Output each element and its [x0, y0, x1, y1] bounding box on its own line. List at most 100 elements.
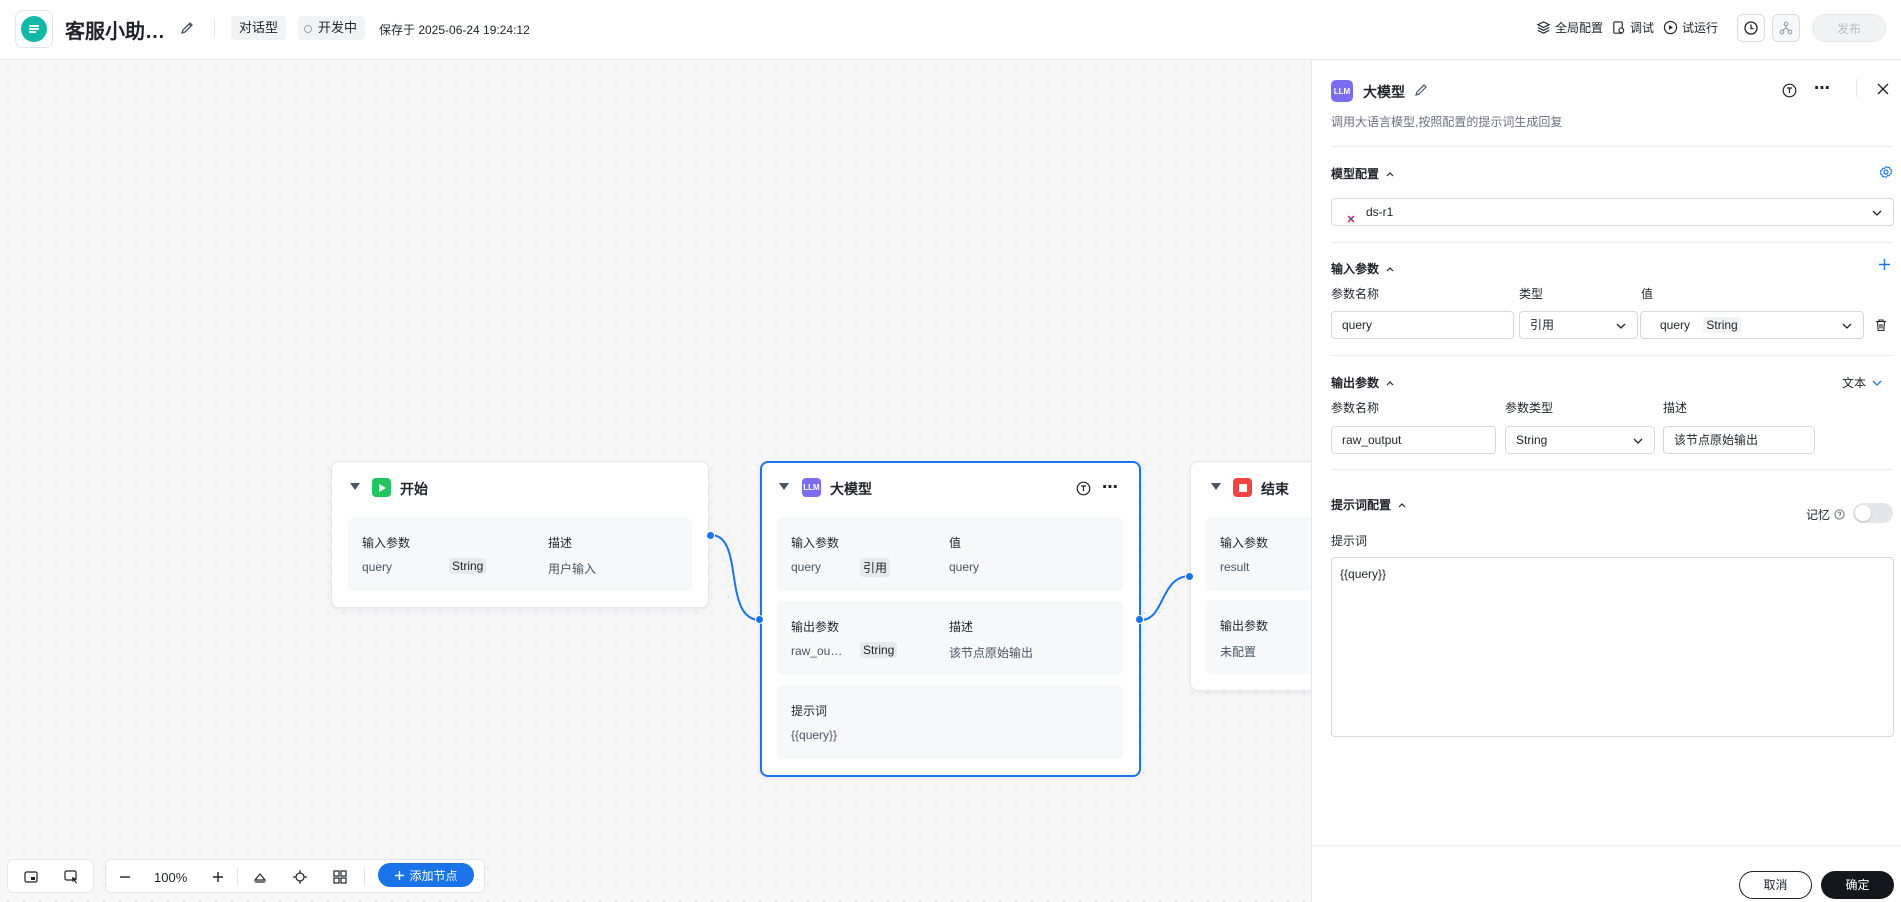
edit-node-name-icon[interactable]: [1413, 82, 1429, 101]
input-param-type-select[interactable]: 引用: [1519, 311, 1638, 339]
start-node[interactable]: 开始 输入参数 描述 query String 用户输入: [331, 461, 709, 608]
organize-button[interactable]: [329, 866, 351, 888]
collapse-caret-icon[interactable]: [779, 483, 789, 490]
history-button[interactable]: [1737, 14, 1765, 42]
pointer-mode-button[interactable]: [60, 866, 82, 888]
end-input-col-label: 输入参数: [1220, 536, 1269, 550]
chevron-down-icon: [1872, 380, 1882, 386]
zoom-out-button[interactable]: [114, 866, 136, 888]
end-input-handle[interactable]: [1185, 572, 1194, 581]
layout-icon: [253, 873, 267, 883]
llm-node-title: 大模型: [830, 481, 872, 497]
start-col-desc-label: 描述: [548, 536, 573, 550]
end-node-title: 结束: [1261, 481, 1289, 497]
output-params-label: 输出参数: [1331, 376, 1380, 390]
output-col-desc: 描述: [1663, 401, 1688, 415]
add-node-button[interactable]: 添加节点: [378, 863, 474, 887]
fit-view-button[interactable]: [289, 866, 311, 888]
global-config-label: 全局配置: [1555, 21, 1604, 35]
delete-param-icon[interactable]: [1874, 318, 1888, 335]
zoom-in-button[interactable]: [207, 866, 229, 888]
prompt-textarea[interactable]: {{query}}: [1331, 557, 1894, 737]
output-param-desc-field[interactable]: 该节点原始输出: [1663, 426, 1815, 454]
minimap-button[interactable]: [20, 866, 42, 888]
more-icon[interactable]: ⋯: [1814, 78, 1830, 98]
llm-node[interactable]: LLM 大模型 ⋯ 输入参数 值 query 引用 query 输出参数 描述 …: [760, 461, 1141, 777]
text-icon[interactable]: [1782, 83, 1797, 101]
end-output-col-label: 输出参数: [1220, 619, 1269, 633]
debug-label: 调试: [1630, 21, 1655, 35]
output-param-name-field[interactable]: raw_output: [1331, 426, 1496, 454]
output-param-type-value: String: [1516, 433, 1548, 447]
prompt-config-title[interactable]: 提示词配置: [1331, 496, 1407, 513]
pointer-icon: [64, 870, 77, 884]
help-icon[interactable]: [1834, 509, 1845, 520]
minimap-icon: [24, 871, 38, 883]
more-icon[interactable]: ⋯: [1102, 477, 1118, 497]
close-icon[interactable]: [1877, 83, 1889, 98]
llm-desc-col-label: 描述: [949, 620, 974, 634]
input-params-title[interactable]: 输入参数: [1331, 260, 1395, 277]
output-params-title[interactable]: 输出参数: [1331, 374, 1395, 391]
output-param-type-select[interactable]: String: [1505, 426, 1655, 454]
panel-node-icon: LLM: [1331, 80, 1353, 102]
prompt-label: 提示词: [1331, 534, 1368, 548]
trial-run-button[interactable]: 试运行: [1663, 19, 1718, 36]
toolbar-divider: [237, 868, 238, 886]
saved-timestamp: 保存于 2025-06-24 19:24:12: [379, 23, 530, 37]
output-col-type: 参数类型: [1505, 401, 1554, 415]
workflow-button[interactable]: [1772, 14, 1800, 42]
chevron-up-icon: [1386, 171, 1394, 176]
model-select[interactable]: ds-r1: [1331, 198, 1894, 226]
start-param-type: String: [449, 558, 487, 574]
input-param-value-select[interactable]: query String: [1640, 311, 1864, 339]
memory-label-group: 记忆: [1806, 506, 1845, 523]
history-icon: [1744, 21, 1758, 35]
app-title: 客服小助…: [65, 21, 165, 43]
global-config-button[interactable]: 全局配置: [1536, 19, 1603, 36]
llm-value-col-label: 值: [949, 536, 962, 550]
node-config-panel: LLM 大模型 ⋯ 调用大语言模型,按照配置的提示词生成回复 模型配置 ds-r…: [1311, 61, 1901, 902]
llm-output-handle[interactable]: [1135, 615, 1144, 624]
input-param-type-value: 引用: [1530, 318, 1555, 332]
auto-layout-button[interactable]: [249, 866, 271, 888]
publish-button[interactable]: 发布: [1812, 14, 1886, 42]
header-divider: [214, 18, 215, 38]
panel-description: 调用大语言模型,按照配置的提示词生成回复: [1331, 115, 1563, 129]
model-settings-icon[interactable]: [1879, 165, 1893, 182]
start-output-handle[interactable]: [706, 531, 715, 540]
llm-input-handle[interactable]: [755, 615, 764, 624]
llm-input-type: 引用: [860, 558, 891, 577]
app-logo: [15, 10, 53, 48]
collapse-caret-icon[interactable]: [350, 483, 360, 490]
llm-node-header: LLM 大模型 ⋯: [762, 463, 1139, 513]
memory-toggle[interactable]: [1853, 503, 1893, 523]
panel-header-divider: [1856, 79, 1857, 97]
view-toolbar: [7, 859, 94, 893]
collapse-caret-icon[interactable]: [1211, 483, 1221, 490]
debug-button[interactable]: 调试: [1611, 19, 1654, 36]
llm-node-outputs: 输出参数 描述 raw_ou… String 该节点原始输出: [777, 601, 1123, 675]
llm-input-value: query: [949, 560, 980, 574]
footer-divider: [1312, 845, 1901, 846]
trial-run-label: 试运行: [1682, 21, 1719, 35]
model-config-title[interactable]: 模型配置: [1331, 165, 1395, 182]
input-param-name-field[interactable]: query: [1331, 311, 1514, 339]
toolbar-divider: [364, 868, 365, 886]
input-param-ref-type: String: [1703, 317, 1741, 333]
output-format-select[interactable]: 文本: [1842, 374, 1883, 391]
status-dot-icon: [304, 24, 312, 33]
chevron-down-icon: [1616, 323, 1626, 329]
confirm-button[interactable]: 确定: [1821, 871, 1894, 899]
edit-title-icon[interactable]: [177, 18, 197, 38]
cancel-button[interactable]: 取消: [1739, 871, 1812, 899]
chevron-up-icon: [1398, 502, 1406, 507]
chevron-down-icon: [1872, 210, 1882, 216]
workflow-icon: [1779, 21, 1793, 35]
llm-prompt-value: {{query}}: [791, 728, 838, 742]
chevron-up-icon: [1386, 266, 1394, 271]
add-input-param-icon[interactable]: [1878, 258, 1891, 274]
section-divider: [1331, 469, 1893, 470]
input-param-ref-name: query: [1660, 318, 1691, 332]
text-icon[interactable]: [1076, 481, 1091, 499]
